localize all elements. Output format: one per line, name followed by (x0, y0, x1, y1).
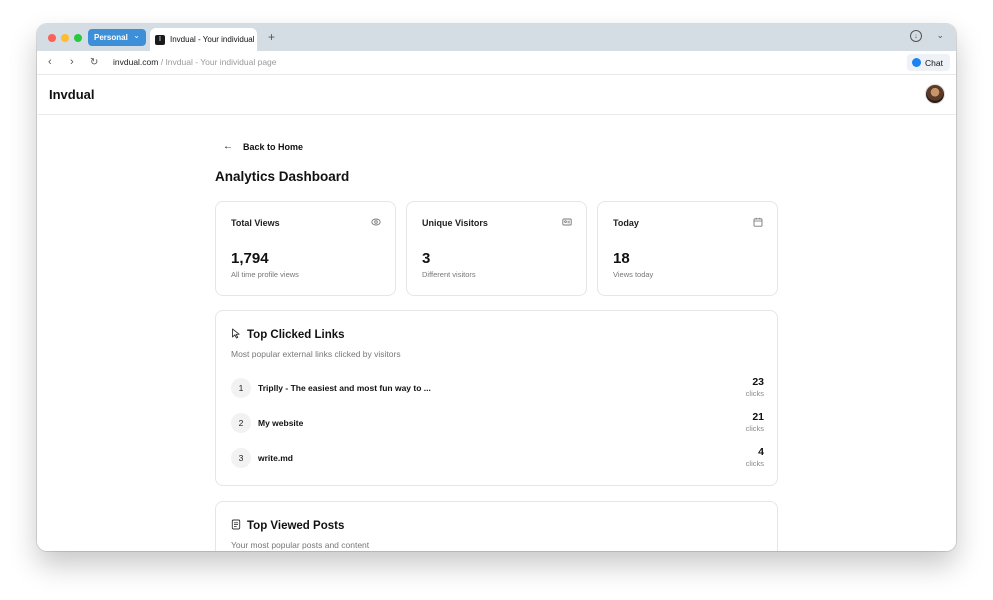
profile-label: Personal (94, 33, 128, 42)
profile-switcher[interactable]: Personal ⌄ (88, 29, 146, 46)
minimize-window-button[interactable] (61, 34, 69, 42)
new-tab-button[interactable]: + (268, 30, 275, 44)
reload-icon[interactable]: ↻ (90, 57, 98, 68)
chat-button[interactable]: Chat (907, 54, 950, 71)
url-path: / Invdual - Your individual page (158, 57, 277, 67)
back-nav-icon[interactable]: ‹ (48, 56, 52, 68)
stat-card-total-views: Total Views 1,794 All time profile views (215, 201, 396, 296)
link-name: My website (258, 418, 304, 428)
stat-label: Unique Visitors (422, 218, 488, 228)
stat-value: 18 (613, 250, 630, 267)
address-bar: ‹ › ↻ invdual.com / Invdual - Your indiv… (37, 51, 956, 75)
app-header: Invdual (37, 75, 956, 115)
click-count: 4 (758, 446, 764, 458)
stat-value: 1,794 (231, 250, 269, 267)
rank-badge: 2 (231, 413, 251, 433)
top-viewed-posts-card: Top Viewed Posts Your most popular posts… (215, 501, 778, 551)
user-avatar[interactable] (925, 84, 945, 104)
link-row[interactable]: 1 Triplly - The easiest and most fun way… (231, 376, 764, 401)
stat-card-unique-visitors: Unique Visitors 3 Different visitors (406, 201, 587, 296)
link-row[interactable]: 3 write.md 4 clicks (231, 446, 764, 471)
section-title-text: Top Clicked Links (247, 329, 345, 341)
rank-badge: 1 (231, 378, 251, 398)
document-icon (231, 519, 241, 533)
click-label: clicks (745, 389, 764, 398)
url-domain: invdual.com (113, 57, 159, 67)
site-favicon: I (155, 34, 165, 45)
url-field[interactable]: invdual.com / Invdual - Your individual … (113, 57, 277, 67)
click-label: clicks (745, 459, 764, 468)
tab-list-chevron-icon[interactable]: ⌄ (936, 30, 944, 41)
stat-subtitle: All time profile views (231, 270, 299, 279)
top-clicked-links-card: Top Clicked Links Most popular external … (215, 310, 778, 486)
stat-value: 3 (422, 250, 431, 267)
stat-subtitle: Views today (613, 270, 654, 279)
cursor-icon (231, 328, 241, 342)
section-title: Top Clicked Links (231, 328, 345, 342)
chat-label: Chat (925, 57, 943, 68)
id-card-icon (562, 217, 572, 227)
click-count: 23 (752, 376, 764, 388)
stat-subtitle: Different visitors (422, 270, 476, 279)
stat-label: Total Views (231, 218, 280, 228)
page-title: Analytics Dashboard (215, 169, 350, 184)
section-title: Top Viewed Posts (231, 519, 344, 533)
calendar-icon (753, 217, 763, 227)
downloads-icon[interactable]: ↓ (910, 30, 922, 42)
section-subtitle: Most popular external links clicked by v… (231, 349, 401, 359)
stat-card-today: Today 18 Views today (597, 201, 778, 296)
brand-logo[interactable]: Invdual (49, 87, 95, 102)
click-label: clicks (745, 424, 764, 433)
back-to-home-link[interactable]: ← Back to Home (223, 141, 303, 152)
back-label: Back to Home (243, 141, 304, 152)
link-name: write.md (258, 453, 293, 463)
close-window-button[interactable] (48, 34, 56, 42)
click-count: 21 (752, 411, 764, 423)
section-title-text: Top Viewed Posts (247, 520, 345, 532)
chevron-down-icon: ⌄ (133, 31, 140, 40)
maximize-window-button[interactable] (74, 34, 82, 42)
main-content: ← Back to Home Analytics Dashboard Total… (37, 116, 956, 551)
tab-title: Invdual - Your individual page (170, 35, 257, 44)
stat-label: Today (613, 218, 639, 228)
link-row[interactable]: 2 My website 21 clicks (231, 411, 764, 436)
eye-icon (371, 217, 381, 227)
chat-bubble-icon (912, 58, 922, 67)
link-name: Triplly - The easiest and most fun way t… (258, 383, 431, 393)
browser-tab-active[interactable]: I Invdual - Your individual page (150, 28, 257, 51)
browser-window: Personal ⌄ I Invdual - Your individual p… (37, 24, 956, 551)
arrow-left-icon: ← (223, 141, 233, 152)
browser-titlebar: Personal ⌄ I Invdual - Your individual p… (37, 24, 956, 51)
section-subtitle: Your most popular posts and content (231, 540, 370, 550)
rank-badge: 3 (231, 448, 251, 468)
forward-nav-icon[interactable]: › (70, 56, 74, 68)
